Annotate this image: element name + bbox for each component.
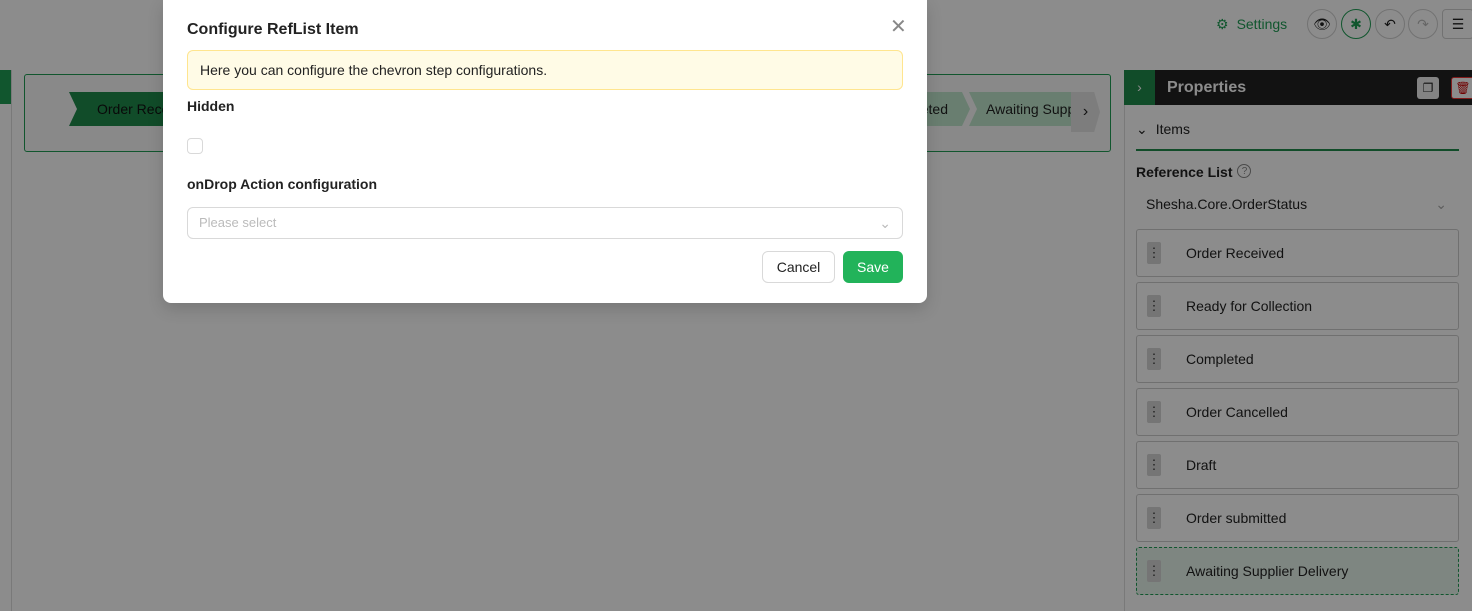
configure-reflist-item-dialog: Configure RefList Item ✕ Here you can co… [163, 0, 927, 303]
save-button[interactable]: Save [843, 251, 903, 283]
dialog-title: Configure RefList Item [187, 21, 359, 38]
hidden-checkbox[interactable] [187, 138, 203, 154]
info-alert: Here you can configure the chevron step … [187, 50, 903, 90]
chevron-down-icon: ⌄ [879, 215, 891, 231]
ondrop-label: onDrop Action configuration [187, 176, 378, 192]
cancel-button[interactable]: Cancel [762, 251, 835, 283]
close-icon[interactable]: ✕ [890, 14, 907, 39]
hidden-label: Hidden [187, 98, 235, 114]
ondrop-action-select[interactable]: Please select ⌄ [187, 207, 903, 239]
